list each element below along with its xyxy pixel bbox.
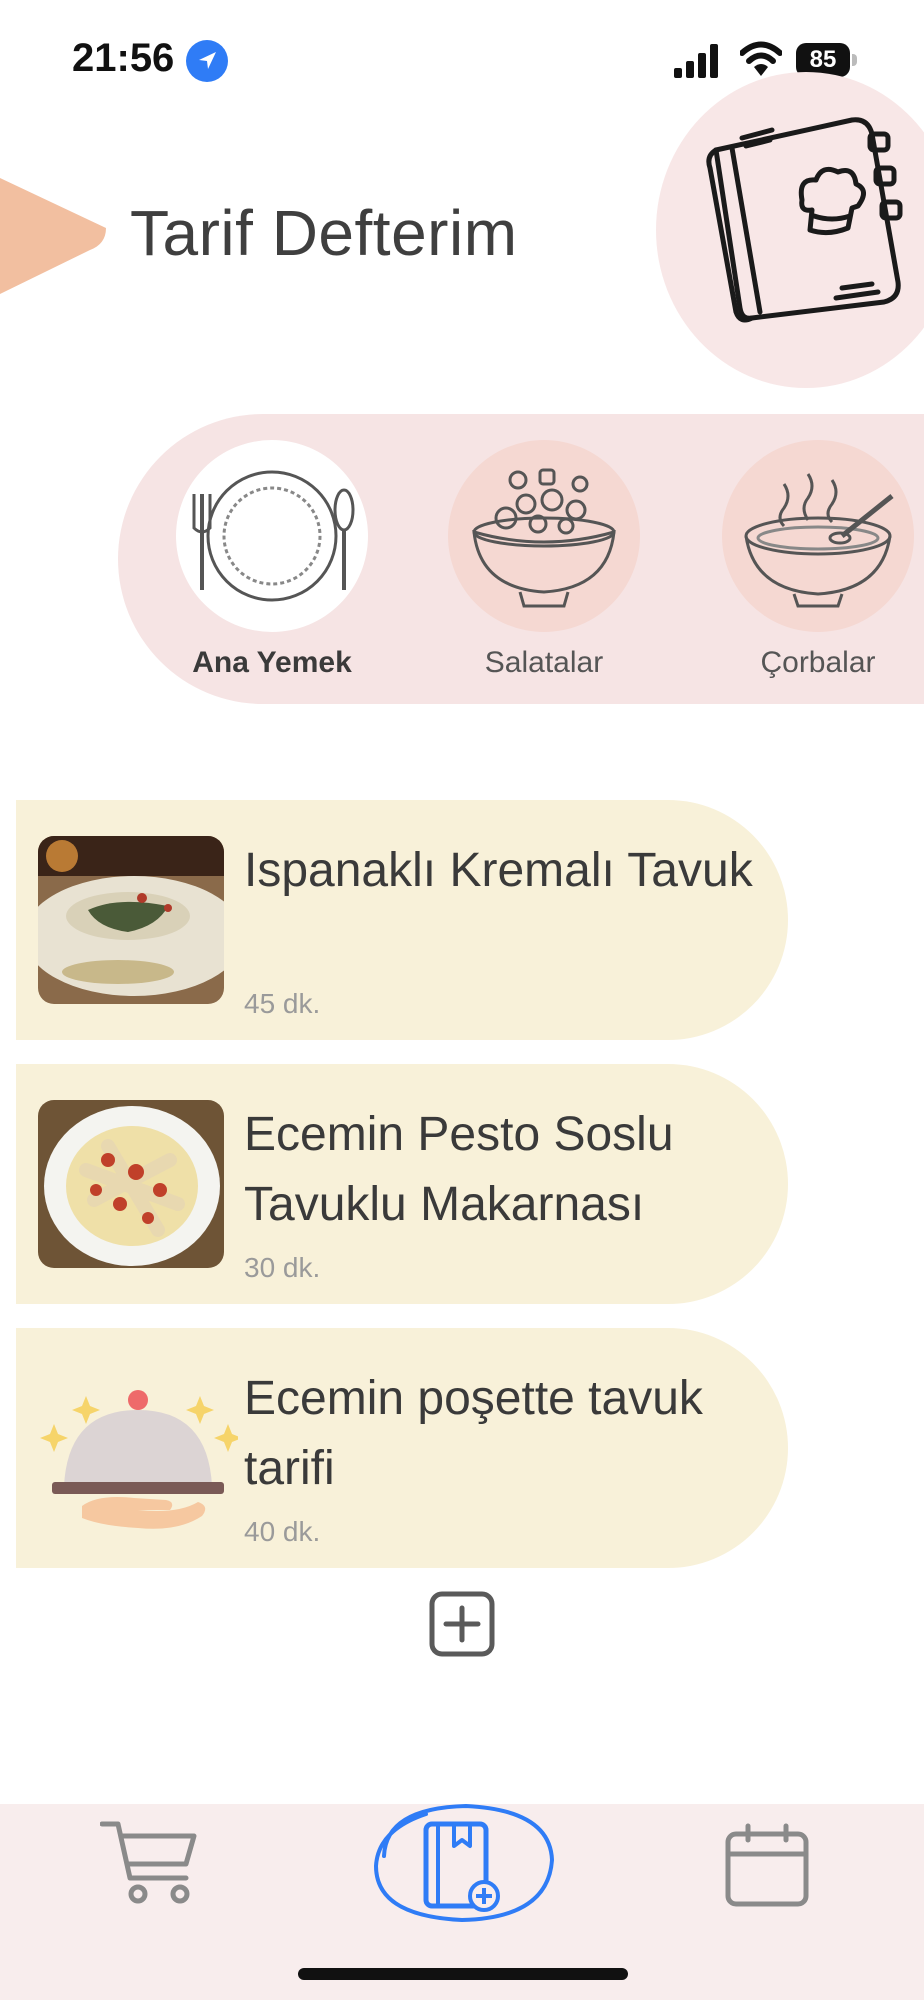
status-time: 21:56 bbox=[72, 36, 175, 80]
recipe-card[interactable]: Ecemin Pesto Soslu Tavuklu Makarnası 30 … bbox=[16, 1064, 788, 1304]
cart-icon bbox=[99, 1821, 197, 1904]
category-ana-yemek[interactable]: Ana Yemek bbox=[172, 440, 372, 680]
tab-calendar[interactable] bbox=[722, 1822, 812, 1908]
recipe-book-add-icon bbox=[373, 1803, 555, 1923]
calendar-icon bbox=[725, 1823, 809, 1907]
recipe-time: 40 dk. bbox=[244, 1516, 321, 1547]
recipe-card[interactable]: Ispanaklı Kremalı Tavuk 45 dk. bbox=[16, 800, 788, 1040]
add-recipe-button[interactable] bbox=[428, 1590, 496, 1658]
tab-recipes[interactable] bbox=[366, 1800, 558, 1926]
recipe-name: Ispanaklı Kremalı Tavuk bbox=[244, 844, 753, 897]
category-salatalar[interactable]: Salatalar bbox=[444, 440, 644, 680]
recipe-card[interactable]: Ecemin poşette tavuk tarifi 40 dk. bbox=[16, 1328, 788, 1568]
category-label: Salatalar bbox=[484, 646, 604, 679]
salad-bowl-icon bbox=[448, 440, 640, 632]
location-icon bbox=[186, 40, 228, 82]
category-label: Ana Yemek bbox=[192, 646, 352, 679]
wifi-icon bbox=[739, 40, 783, 78]
tab-cart[interactable] bbox=[99, 1818, 200, 1908]
recipe-time: 30 dk. bbox=[244, 1252, 321, 1283]
category-corbalar[interactable]: Çorbalar bbox=[718, 440, 918, 680]
page-title: Tarif Defterim bbox=[130, 197, 518, 269]
cellular-signal-icon bbox=[672, 44, 720, 78]
category-label: Çorbalar bbox=[760, 646, 876, 679]
recipe-photo bbox=[38, 1100, 224, 1268]
soup-bowl-icon bbox=[722, 440, 914, 632]
recipe-book-icon bbox=[702, 112, 912, 332]
serving-cloche-icon bbox=[38, 1364, 242, 1532]
header-arrow-decoration bbox=[0, 178, 106, 294]
home-indicator bbox=[298, 1968, 628, 1980]
category-panel: Ana Yemek Salatalar Çorbalar bbox=[118, 414, 924, 704]
recipe-photo bbox=[38, 836, 224, 1004]
recipe-time: 45 dk. bbox=[244, 988, 321, 1019]
recipe-name: Ecemin Pesto Soslu Tavuklu Makarnası bbox=[244, 1108, 674, 1231]
recipe-name: Ecemin poşette tavuk tarifi bbox=[244, 1372, 703, 1495]
plate-icon bbox=[176, 440, 368, 632]
